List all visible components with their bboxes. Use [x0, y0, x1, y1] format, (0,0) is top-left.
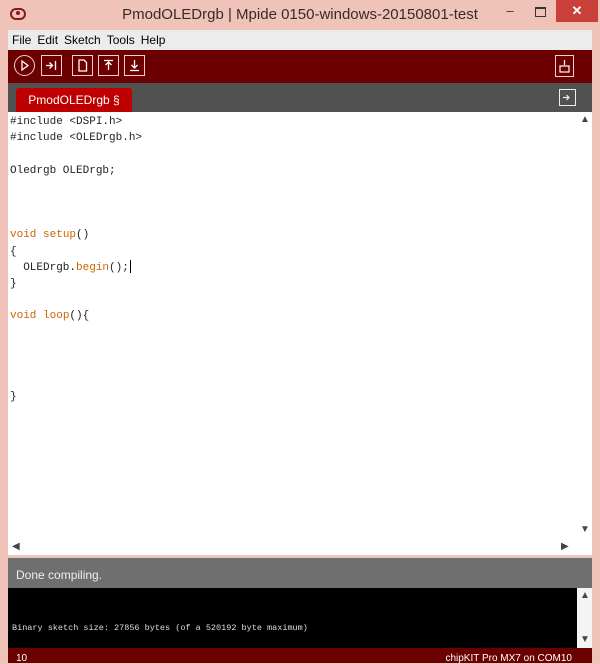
console-scrollbar[interactable]: ▲ ▼	[577, 588, 592, 648]
window-frame: PmodOLEDrgb | Mpide 0150-windows-2015080…	[0, 0, 600, 664]
minimize-button[interactable]: –	[496, 0, 524, 22]
menu-file[interactable]: File	[8, 30, 33, 47]
new-icon	[78, 59, 88, 72]
menu-bar: File Edit Sketch Tools Help	[8, 30, 592, 50]
console-scroll-down-icon[interactable]: ▼	[580, 634, 590, 645]
maximize-icon	[534, 6, 546, 17]
code-line: {	[10, 245, 17, 258]
code-line-setup: void setup()	[10, 229, 90, 242]
menu-sketch[interactable]: Sketch	[60, 30, 103, 47]
code-line: }	[10, 278, 17, 291]
status-message: Done compiling.	[16, 568, 103, 582]
open-icon	[104, 59, 113, 70]
code-line: }	[10, 391, 17, 404]
maximize-button[interactable]	[526, 0, 554, 22]
menu-edit[interactable]: Edit	[33, 30, 60, 47]
tab-menu-button[interactable]	[559, 89, 576, 106]
serial-monitor-button[interactable]	[555, 55, 574, 77]
scroll-right-icon[interactable]: ▶	[561, 541, 569, 552]
verify-icon	[21, 59, 30, 72]
status-bar: Done compiling.	[8, 558, 592, 588]
code-line: #include <OLEDrgb.h>	[10, 132, 143, 145]
code-line: Oledrgb OLEDrgb;	[10, 164, 116, 177]
board-port-label: chipKIT Pro MX7 on COM10	[445, 653, 572, 664]
menu-help[interactable]: Help	[137, 30, 168, 47]
text-caret	[129, 260, 131, 274]
title-bar[interactable]: PmodOLEDrgb | Mpide 0150-windows-2015080…	[0, 0, 600, 30]
open-button[interactable]	[98, 55, 119, 76]
save-icon	[130, 60, 139, 72]
serial-monitor-icon	[559, 60, 570, 73]
upload-icon	[46, 61, 57, 70]
scroll-corner	[577, 540, 592, 555]
save-button[interactable]	[124, 55, 145, 76]
close-button[interactable]: ✕	[556, 0, 598, 22]
verify-button[interactable]	[14, 55, 35, 76]
menu-tools[interactable]: Tools	[103, 30, 137, 47]
code-line-loop: void loop(){	[10, 310, 90, 323]
bottom-bar: 10 chipKIT Pro MX7 on COM10	[8, 648, 592, 664]
upload-button[interactable]	[41, 55, 62, 76]
tab-bar: PmodOLEDrgb §	[8, 83, 592, 112]
toolbar	[8, 50, 592, 83]
scroll-left-icon[interactable]: ◀	[12, 541, 20, 552]
tab-pmodoledrgb[interactable]: PmodOLEDrgb §	[16, 88, 132, 112]
console-output[interactable]: Binary sketch size: 27856 bytes (of a 52…	[8, 588, 592, 648]
code-line: #include <DSPI.h>	[10, 116, 123, 128]
code-line-begin: OLEDrgb.begin();	[10, 261, 129, 274]
editor-vertical-scrollbar[interactable]: ▲ ▼	[577, 112, 592, 538]
line-number: 10	[16, 653, 28, 664]
console-scroll-up-icon[interactable]: ▲	[580, 590, 590, 601]
console-text: Binary sketch size: 27856 bytes (of a 52…	[12, 623, 308, 633]
code-text[interactable]: #include <DSPI.h> #include <OLEDrgb.h> O…	[10, 114, 570, 406]
tab-menu-icon	[563, 94, 570, 101]
scroll-up-icon[interactable]: ▲	[580, 114, 590, 125]
new-button[interactable]	[72, 55, 93, 76]
editor-horizontal-scrollbar[interactable]: ◀ ▶	[8, 540, 577, 555]
code-editor[interactable]: #include <DSPI.h> #include <OLEDrgb.h> O…	[8, 112, 592, 555]
scroll-down-icon[interactable]: ▼	[580, 524, 590, 535]
